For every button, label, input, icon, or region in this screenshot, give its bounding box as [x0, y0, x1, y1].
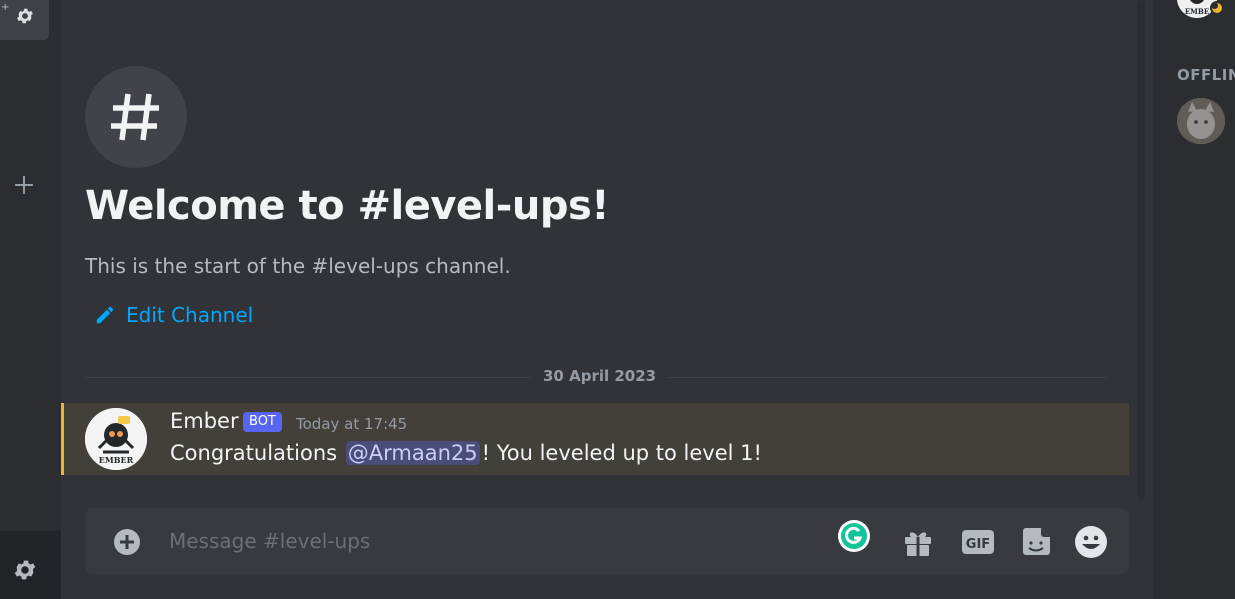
gear-icon[interactable] [15, 6, 35, 26]
channel-start-text: This is the start of the #level-ups chan… [85, 254, 511, 278]
channel-sidebar: + [0, 0, 61, 599]
user-panel [0, 531, 61, 599]
message-timestamp: Today at 17:45 [296, 415, 408, 433]
avatar-label: EMBER [99, 455, 134, 465]
svg-text:GIF: GIF [966, 537, 990, 552]
gif-icon[interactable]: GIF [961, 525, 995, 559]
channel-hash-icon [85, 66, 187, 168]
emoji-icon[interactable] [1074, 525, 1108, 559]
idle-moon-icon [1210, 1, 1224, 15]
message-input[interactable] [169, 526, 769, 556]
bot-avatar[interactable]: EMBER [85, 408, 147, 470]
sparkle-icon: + [1, 2, 10, 13]
bot-badge: BOT [243, 412, 282, 432]
gift-icon[interactable] [901, 525, 935, 559]
grammarly-icon[interactable] [837, 519, 871, 553]
edit-channel-link[interactable]: Edit Channel [94, 303, 253, 327]
user-mention[interactable]: @Armaan25 [345, 441, 480, 465]
member-avatar-offline[interactable] [1177, 98, 1225, 144]
message-content: Congratulations @Armaan25 ! You leveled … [170, 441, 762, 465]
message-composer: GIF [85, 508, 1129, 574]
welcome-title: Welcome to #level-ups! [85, 183, 610, 229]
sticker-icon[interactable] [1019, 525, 1053, 559]
pencil-icon [96, 306, 114, 324]
edit-channel-label: Edit Channel [126, 303, 254, 327]
member-list: EMBE OFFLIN [1153, 0, 1235, 599]
date-divider-label: 30 April 2023 [531, 367, 669, 385]
chat-area: Welcome to #level-ups! This is the start… [61, 0, 1153, 599]
member-avatar-label: EMBE [1185, 7, 1209, 16]
add-channel-icon[interactable] [13, 174, 35, 196]
chat-scrollbar[interactable] [1136, 0, 1146, 500]
channel-item-settings[interactable]: + [0, 0, 49, 40]
add-attachment-icon[interactable] [113, 528, 141, 556]
message-username[interactable]: Ember [170, 409, 239, 433]
message-item[interactable]: EMBER Ember BOT Today at 17:45 Congratul… [61, 403, 1129, 475]
offline-header: OFFLIN [1177, 66, 1235, 84]
message-text-after: ! You leveled up to level 1! [481, 441, 762, 465]
user-settings-gear-icon[interactable] [12, 557, 38, 583]
message-text-before: Congratulations [170, 441, 338, 465]
